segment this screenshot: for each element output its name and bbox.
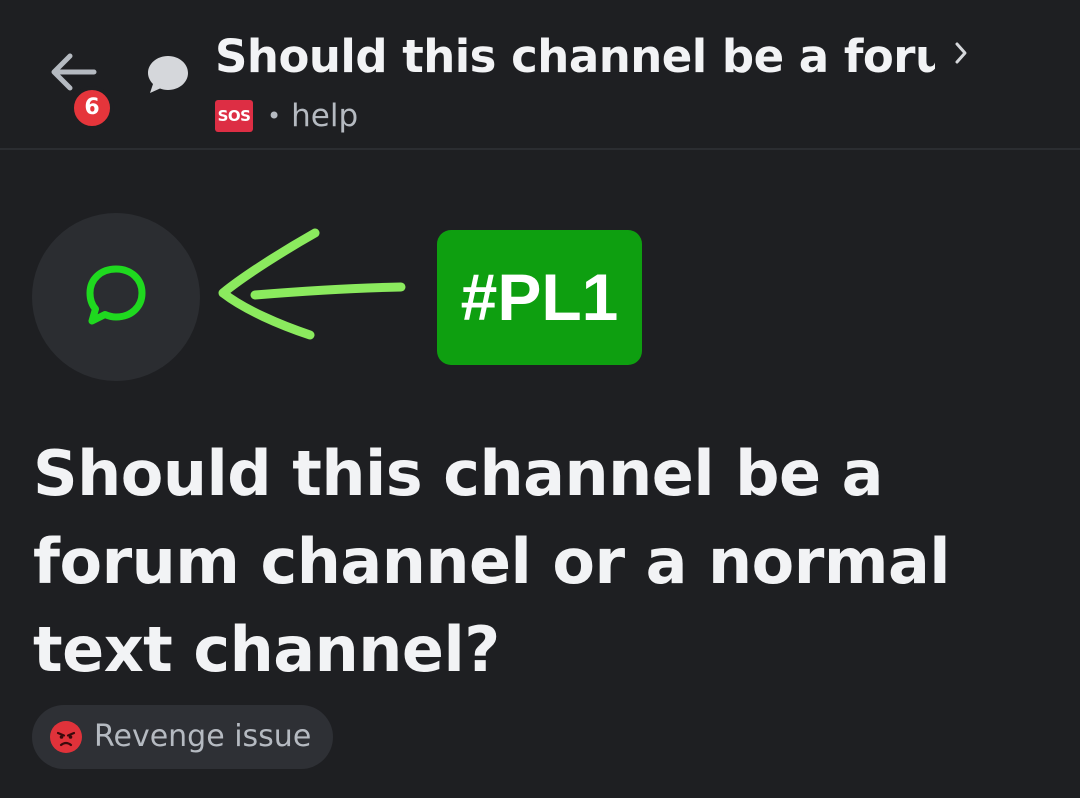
angry-face-icon [50, 721, 82, 753]
thread-header: 6 Should this channel be a foru... SOS •… [0, 0, 1080, 150]
annotation-label: #PL1 [437, 230, 642, 365]
chevron-right-icon[interactable] [952, 40, 970, 66]
post-title: Should this channel be a forum channel o… [33, 437, 951, 686]
channel-name: help [291, 98, 359, 134]
channel-breadcrumb[interactable]: SOS • help [215, 96, 358, 136]
post-tag[interactable]: Revenge issue [32, 705, 334, 769]
thread-title[interactable]: Should this channel be a foru... [215, 28, 935, 86]
chat-bubble-icon [86, 265, 146, 325]
post-icon-circle [32, 213, 200, 381]
separator-dot: • [267, 102, 282, 130]
tag-label: Revenge issue [94, 719, 312, 754]
sos-emoji-icon: SOS [215, 100, 253, 132]
speech-bubble-icon [148, 56, 188, 93]
back-button[interactable]: 6 [40, 40, 114, 130]
unread-badge: 6 [70, 86, 114, 130]
hand-drawn-arrow-icon [218, 228, 406, 340]
